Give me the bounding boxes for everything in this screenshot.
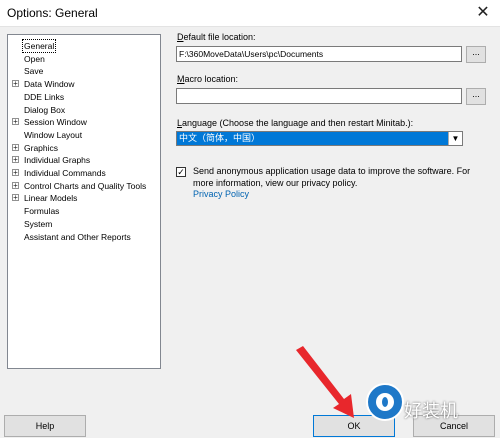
- macro-location-label: Macro location:: [177, 74, 239, 84]
- checkmark-icon: ✓: [177, 167, 185, 177]
- tree-item-label: Session Window: [24, 117, 87, 128]
- tree-item-label: Individual Commands: [24, 168, 106, 178]
- watermark-logo-icon: [366, 383, 404, 421]
- tree-item[interactable]: Assistant and Other Reports: [8, 231, 160, 243]
- tree-item-label: Individual Graphs: [24, 155, 91, 166]
- tree-item-label: DDE Links: [24, 91, 65, 102]
- expand-icon[interactable]: +: [12, 80, 19, 88]
- expand-icon[interactable]: +: [12, 169, 19, 177]
- expand-icon[interactable]: +: [12, 143, 19, 151]
- default-file-location-label: Default file location:: [177, 32, 256, 42]
- tree-item[interactable]: Window Layout: [8, 129, 160, 141]
- telemetry-checkbox[interactable]: ✓: [176, 167, 186, 177]
- expand-icon[interactable]: +: [12, 194, 19, 202]
- tree-item-label: Window Layout: [24, 129, 83, 140]
- tree-item-label: Save: [24, 66, 44, 77]
- tree-item[interactable]: + Data Window: [8, 78, 160, 90]
- tree-item-label: Graphics: [24, 142, 59, 153]
- tree-item-label: Control Charts and Quality Tools: [24, 180, 147, 191]
- expand-icon[interactable]: +: [12, 181, 19, 189]
- tree-item[interactable]: General: [8, 39, 160, 53]
- options-tree[interactable]: General Open Save + Data Window DDE Links Dial…: [7, 34, 161, 369]
- title-bar: Options: General ✕: [0, 0, 500, 26]
- tree-item[interactable]: + Linear Models: [8, 192, 160, 204]
- tree-item[interactable]: Open: [8, 53, 160, 65]
- tree-item[interactable]: + Individual Graphs: [8, 154, 160, 166]
- expand-icon[interactable]: +: [12, 156, 19, 164]
- tree-item[interactable]: + Control Charts and Quality Tools: [8, 180, 160, 192]
- tree-item-label: Data Window: [24, 79, 75, 90]
- language-label: Language (Choose the language and then r…: [177, 118, 414, 128]
- tree-item[interactable]: Formulas: [8, 205, 160, 217]
- tree-item-label: Linear Models: [24, 193, 78, 204]
- macro-browse-button[interactable]: ...: [466, 88, 486, 105]
- tree-item-label: System: [24, 218, 53, 229]
- tree-item-label: General: [21, 39, 57, 53]
- tree-item-label: Formulas: [24, 206, 60, 217]
- tree-item[interactable]: + Session Window: [8, 116, 160, 128]
- expand-icon[interactable]: +: [12, 118, 19, 126]
- language-selected-value: 中文（简体，中国）: [179, 133, 261, 143]
- tree-item[interactable]: Dialog Box: [8, 104, 160, 116]
- default-file-location-input[interactable]: F:\360MoveData\Users\pc\Documents: [176, 46, 462, 62]
- tree-item[interactable]: + Graphics: [8, 142, 160, 154]
- help-button[interactable]: Help: [4, 415, 86, 437]
- tree-item[interactable]: + Individual Commands: [8, 167, 160, 179]
- tree-item[interactable]: Save: [8, 65, 160, 77]
- macro-location-input[interactable]: [176, 88, 462, 104]
- tree-item-label: Assistant and Other Reports: [24, 231, 131, 242]
- language-select[interactable]: 中文（简体，中国） ▼: [176, 131, 463, 146]
- close-button[interactable]: ✕: [472, 3, 494, 23]
- default-file-browse-button[interactable]: ...: [466, 46, 486, 63]
- watermark-text: 好装机: [404, 401, 458, 422]
- tree-item[interactable]: System: [8, 218, 160, 230]
- tree-item-label: Dialog Box: [24, 104, 66, 115]
- chevron-down-icon[interactable]: ▼: [448, 132, 462, 145]
- privacy-policy-link[interactable]: Privacy Policy: [193, 189, 249, 199]
- tree-item[interactable]: DDE Links: [8, 91, 160, 103]
- window-title: Options: General: [7, 6, 98, 20]
- telemetry-text: Send anonymous application usage data to…: [193, 166, 471, 188]
- tree-item-label: Open: [24, 53, 45, 64]
- dialog-body: General Open Save + Data Window DDE Links Dial…: [0, 26, 500, 438]
